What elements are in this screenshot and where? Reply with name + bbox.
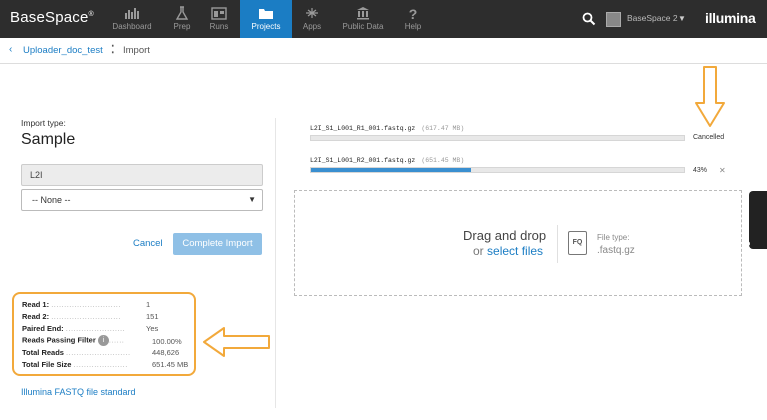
- breadcrumb-current: Import: [123, 45, 150, 56]
- stat-row: Total Reads .........................: [22, 348, 131, 357]
- folder-icon: [240, 0, 292, 22]
- upload-progress-bar: [310, 167, 685, 173]
- left-arrow-annotation: [203, 327, 270, 357]
- top-nav: BaseSpace® Dashboard Prep Runs Projects …: [0, 0, 767, 38]
- sample-select-value: -- None --: [32, 195, 71, 205]
- sample-name-input[interactable]: L2I: [21, 164, 263, 186]
- close-icon[interactable]: ✕: [719, 166, 726, 175]
- breadcrumb: ‹ Uploader_doc_test ⁚ Import: [0, 38, 767, 64]
- account-name[interactable]: BaseSpace 2: [627, 13, 678, 23]
- cancel-button[interactable]: Cancel: [133, 238, 163, 249]
- building-icon: [335, 0, 391, 22]
- avatar[interactable]: [606, 12, 621, 27]
- stat-value: 100.00%: [152, 337, 182, 346]
- caret-down-icon: ▼: [248, 195, 256, 204]
- down-arrow-annotation: [695, 66, 725, 127]
- file-dropzone[interactable]: [294, 190, 742, 296]
- select-files-link[interactable]: select files: [487, 244, 543, 258]
- dropzone-divider: [557, 225, 558, 263]
- breadcrumb-menu-icon[interactable]: ⁚: [111, 43, 115, 56]
- stats-highlight-box: Read 1: ........................... 1 Re…: [12, 292, 196, 376]
- nav-runs[interactable]: Runs: [193, 0, 245, 38]
- stat-row: Paired End: .......................: [22, 324, 126, 333]
- stat-value: 448,626: [152, 348, 180, 357]
- fastq-standard-link[interactable]: Illumina FASTQ file standard: [21, 387, 136, 397]
- apps-icon: [286, 0, 338, 22]
- question-icon: ?: [408, 6, 418, 22]
- info-icon[interactable]: i: [97, 335, 109, 346]
- import-type: Sample: [21, 131, 76, 148]
- chevron-down-icon[interactable]: ▼: [678, 14, 686, 23]
- breadcrumb-project-link[interactable]: Uploader_doc_test: [23, 45, 103, 56]
- stat-row: Read 1: ...........................: [22, 300, 121, 309]
- fastq-file-icon: FQ: [568, 231, 587, 255]
- dropzone-title: Drag and drop: [463, 228, 547, 243]
- upload-progress-fill: [311, 168, 472, 172]
- chevron-left-icon[interactable]: ‹: [9, 44, 12, 55]
- stat-value: Yes: [146, 324, 159, 333]
- nav-apps[interactable]: Apps: [286, 0, 338, 38]
- file-type-label: File type:: [597, 233, 630, 242]
- file-type-value: .fastq.gz: [597, 245, 635, 256]
- runs-icon: [193, 0, 245, 22]
- dashboard-icon: [106, 0, 158, 22]
- nav-dashboard[interactable]: Dashboard: [106, 0, 158, 38]
- nav-public-data[interactable]: Public Data: [335, 0, 391, 38]
- stat-row: Read 2: ...........................: [22, 312, 121, 321]
- stat-value: 651.45 MB: [152, 360, 189, 369]
- contact-us-tab[interactable]: contact us: [743, 191, 767, 286]
- upload-progress-bar: [310, 135, 685, 141]
- import-type-label: Import type:: [21, 118, 66, 128]
- search-icon[interactable]: [582, 12, 596, 26]
- upload-status: Cancelled: [693, 134, 725, 141]
- stat-value: 151: [146, 312, 159, 321]
- basespace-logo[interactable]: BaseSpace®: [10, 9, 94, 26]
- stat-row: Reads Passing Filter i......: [22, 335, 125, 346]
- upload-file-name: L2I_S1_L001_R2_001.fastq.gz (651.45 MB): [310, 157, 465, 164]
- nav-projects[interactable]: Projects: [240, 0, 292, 38]
- upload-file-name: L2I_S1_L001_R1_001.fastq.gz (617.47 MB): [310, 125, 465, 132]
- stat-value: 1: [146, 300, 151, 309]
- illumina-logo: illumina: [705, 10, 756, 26]
- nav-help[interactable]: ? Help: [387, 0, 439, 38]
- upload-status: 43%: [693, 167, 708, 174]
- dropzone-or: or select files: [473, 244, 544, 258]
- complete-import-button[interactable]: Complete Import: [173, 233, 262, 255]
- sample-select[interactable]: -- None -- ▼: [21, 189, 263, 211]
- panel-divider: [275, 118, 276, 408]
- stat-row: Total File Size .....................: [22, 360, 128, 369]
